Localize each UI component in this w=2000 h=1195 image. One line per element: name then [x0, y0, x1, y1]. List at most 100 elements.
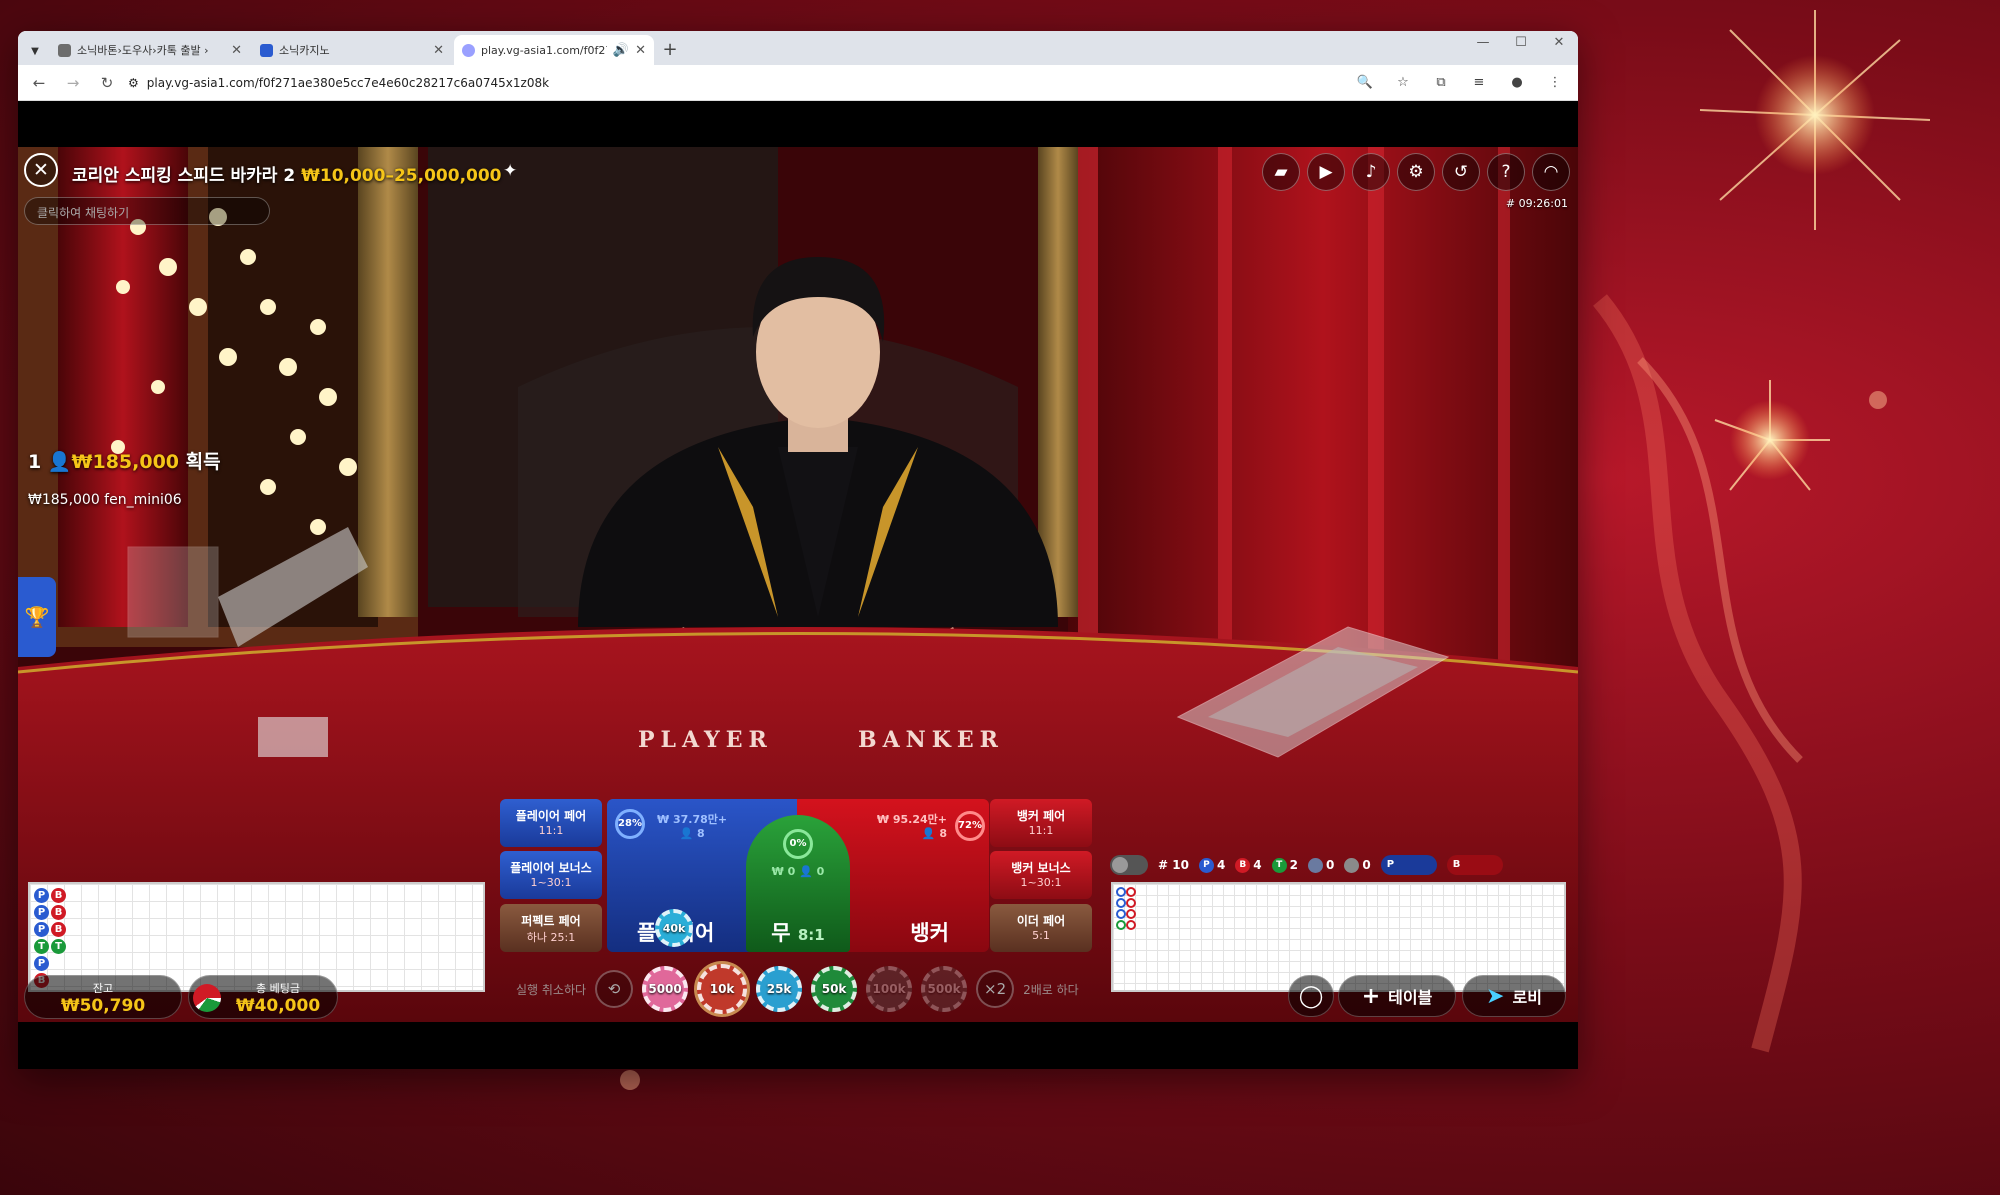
close-game-button[interactable]: ✕ — [24, 153, 58, 187]
player-bonus-odds: 1~30:1 — [530, 876, 572, 889]
close-tab-icon[interactable]: ✕ — [433, 43, 444, 58]
player-count-value: 4 — [1216, 857, 1226, 872]
banker-predict-button[interactable]: B — [1446, 855, 1503, 875]
tab-game[interactable]: play.vg-asia1.com/f0f271a 🔊 ✕ — [454, 35, 654, 65]
volume-icon[interactable]: ♪ — [1352, 153, 1390, 191]
zoom-icon[interactable]: 🔍 — [1350, 75, 1380, 90]
bead-banker: B — [51, 922, 66, 937]
back-arrow-icon[interactable]: ← — [26, 74, 52, 92]
road-ring — [1116, 887, 1126, 897]
road-toggle[interactable] — [1110, 855, 1148, 875]
chip-5000[interactable]: 5000 — [642, 966, 689, 1012]
speaker-icon[interactable]: 🔊 — [613, 43, 629, 58]
help-icon[interactable]: ? — [1487, 153, 1525, 191]
banker-pool-amount: ₩ 95.24만+ — [876, 813, 947, 826]
close-tab-icon[interactable]: ✕ — [635, 43, 646, 58]
undo-button[interactable]: ⟲ — [595, 970, 634, 1008]
player-pair-dot — [1308, 857, 1324, 873]
chip-500k[interactable]: 500k — [921, 966, 968, 1012]
add-table-label: 테이블 — [1388, 988, 1433, 1007]
banker-bonus-bet[interactable]: 뱅커 보너스 1~30:1 — [990, 851, 1092, 899]
close-tab-icon[interactable]: ✕ — [231, 43, 242, 58]
chip-25k[interactable]: 25k — [756, 966, 803, 1012]
winner-rank: 1 — [28, 451, 42, 473]
star-icon[interactable]: ☆ — [1388, 75, 1418, 90]
banker-pair-odds: 11:1 — [1028, 824, 1054, 837]
forward-arrow-icon[interactable]: → — [60, 74, 86, 92]
pin-icon[interactable]: ✦ — [503, 161, 517, 181]
road-ring — [1126, 898, 1136, 908]
player-pool-amount: ₩ 37.78만+ — [657, 813, 728, 826]
tab-sonic-baton[interactable]: 소닉바톤›도우사›카톡 출발 › ✕ — [50, 35, 250, 65]
perfect-pair-label: 퍼펙트 페어 — [521, 914, 581, 928]
avatar-icon[interactable]: ● — [1502, 75, 1532, 90]
tie-count: T2 — [1271, 857, 1299, 873]
placed-chip: 40k — [655, 909, 693, 947]
chip-50k[interactable]: 50k — [811, 966, 858, 1012]
bead-player: P — [34, 956, 49, 971]
double-button[interactable]: ×2 — [976, 970, 1015, 1008]
tie-count-value: 2 — [1289, 857, 1299, 872]
banker-pair-count: 0 — [1344, 857, 1371, 873]
bead-player: P — [34, 905, 49, 920]
kebab-menu-icon[interactable]: ⋮ — [1540, 75, 1570, 90]
tie-bet[interactable]: 0% ₩ 0 👤 0 무 8:1 — [746, 815, 850, 952]
perfect-pair-bet[interactable]: 퍼펙트 페어 하나 25:1 — [500, 904, 602, 952]
banker-dot-label: B — [1235, 857, 1251, 873]
plus-icon: + — [1361, 983, 1381, 1009]
chip-100k[interactable]: 100k — [866, 966, 913, 1012]
history-icon[interactable]: ↺ — [1442, 153, 1480, 191]
address-bar: ← → ↻ ⚙ play.vg-asia1.com/f0f271ae380e5c… — [18, 65, 1578, 101]
settings-icon[interactable]: ⚙ — [1397, 153, 1435, 191]
close-window-icon[interactable]: ✕ — [1540, 35, 1578, 50]
game-title: 코리안 스피킹 스피드 바카라 2 ₩10,000–25,000,000 — [72, 161, 502, 186]
chip-bar: 실행 취소하다 ⟲ 5000 10k 25k 50k 100k 500k ×2 … — [516, 964, 1079, 1014]
puzzle-icon[interactable]: ⧉ — [1426, 75, 1456, 90]
new-tab-button[interactable]: + — [656, 35, 684, 65]
page-content: PLAYER BANKER ✕ 코리안 스피킹 스피드 바카라 2 ₩10,00… — [18, 101, 1578, 1069]
chat-bubble-button[interactable]: ◯ — [1288, 975, 1334, 1017]
tie-dot-label: T — [1271, 857, 1287, 873]
road-ring — [1116, 909, 1126, 919]
media-icon[interactable]: ≡ — [1464, 75, 1494, 90]
chip-10k[interactable]: 10k — [697, 964, 748, 1014]
favicon-icon — [462, 43, 475, 57]
road-ring — [1116, 898, 1126, 908]
bead-tie: T — [51, 939, 66, 954]
minimize-icon[interactable]: — — [1464, 35, 1502, 50]
balance-label: 잔고 — [92, 982, 114, 995]
url-field[interactable]: ⚙ play.vg-asia1.com/f0f271ae380e5cc7e4e6… — [128, 76, 1342, 90]
tab-search-dropdown[interactable]: ▼ — [24, 39, 46, 65]
add-table-button[interactable]: + 테이블 — [1338, 975, 1456, 1017]
video-icon[interactable]: ▶ — [1307, 153, 1345, 191]
banker-count: B4 — [1235, 857, 1262, 873]
player-bonus-bet[interactable]: 플레이어 보너스 1~30:1 — [500, 851, 602, 899]
player-predict-button[interactable]: P — [1380, 855, 1437, 875]
lobby-button[interactable]: ➤ 로비 — [1462, 975, 1566, 1017]
chat-icon[interactable]: ▰ — [1262, 153, 1300, 191]
total-bet-label: 총 베팅금 — [256, 982, 300, 995]
banker-pair-label: 뱅커 페어 — [1016, 809, 1066, 823]
site-info-icon[interactable]: ⚙ — [128, 76, 139, 90]
tie-pool-amount: ₩ 0 — [771, 865, 796, 878]
banker-pair-bet[interactable]: 뱅커 페어 11:1 — [990, 799, 1092, 847]
total-bet-value: ₩40,000 — [235, 996, 321, 1016]
chat-input[interactable]: 클릭하여 채팅하기 — [24, 197, 270, 225]
reload-icon[interactable]: ↻ — [94, 74, 120, 92]
maximize-icon[interactable]: ☐ — [1502, 35, 1540, 50]
perfect-pair-odds: 하나 25:1 — [526, 931, 576, 944]
player-pair-bet[interactable]: 플레이어 페어 11:1 — [500, 799, 602, 847]
road-ring — [1116, 920, 1126, 930]
player-players: 👤 8 — [679, 827, 705, 840]
undo-label: 실행 취소하다 — [516, 982, 587, 997]
top-toolbar: ▰ ▶ ♪ ⚙ ↺ ? ◠ — [1262, 153, 1570, 191]
lobby-arrow-icon: ➤ — [1486, 983, 1505, 1009]
lobby-label: 로비 — [1512, 988, 1542, 1007]
tab-title: 소닉바톤›도우사›카톡 출발 › — [77, 44, 209, 57]
tab-sonic-casino[interactable]: 소닉카지노 ✕ — [252, 35, 452, 65]
trophy-icon[interactable]: 🏆 — [18, 577, 56, 657]
headset-icon[interactable]: ◠ — [1532, 153, 1570, 191]
either-pair-bet[interactable]: 이더 페어 5:1 — [990, 904, 1092, 952]
tie-players-count: 0 — [816, 865, 825, 878]
tab-title: play.vg-asia1.com/f0f271a — [481, 43, 607, 57]
